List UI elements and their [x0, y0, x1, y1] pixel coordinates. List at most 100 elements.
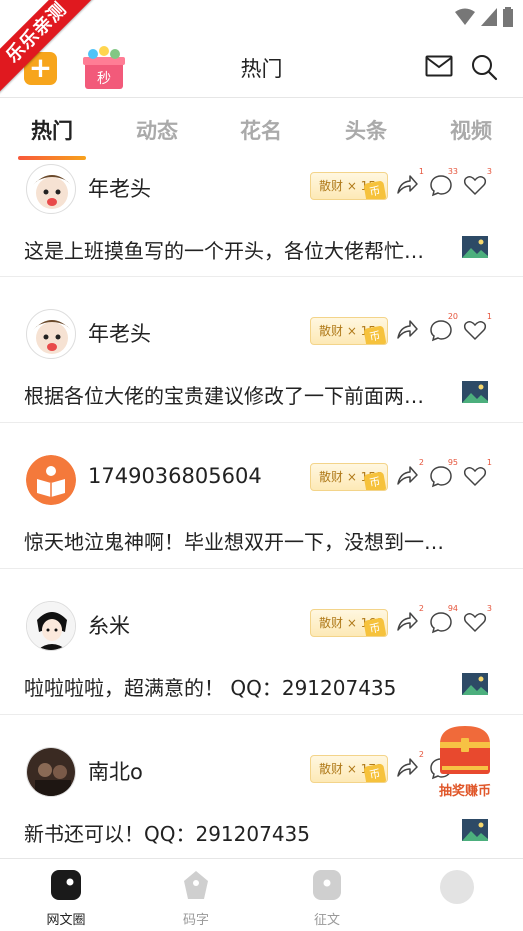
image-icon [462, 381, 488, 403]
share-count: 2 [418, 750, 424, 759]
image-icon [462, 236, 488, 258]
share-icon [397, 612, 418, 631]
battery-icon [503, 7, 513, 27]
anime-avatar-icon[interactable] [26, 601, 76, 651]
community-icon [51, 870, 81, 900]
nav-item-writing[interactable]: 码字 [156, 869, 236, 928]
coin-icon: 币 [363, 617, 387, 636]
list-item[interactable]: 年老头 散财 × 15 币 1 33 3 这是上班摸鱼写的一个开头，各位大佬帮忙… [0, 162, 523, 277]
post-excerpt[interactable]: 惊天地泣鬼神啊！毕业想双开一下，没想到一… [24, 526, 444, 555]
contest-icon [313, 870, 341, 900]
active-tab-indicator [18, 156, 86, 160]
reward-badge[interactable]: 散财 × 171 币 [310, 755, 388, 783]
share-icon [397, 466, 418, 485]
pen-icon [184, 871, 208, 899]
like-count: 3 [486, 604, 492, 613]
comment-button[interactable]: 95 [429, 458, 458, 490]
post-excerpt[interactable]: 啦啦啦啦，超满意的！ QQ：291207435 [24, 672, 396, 701]
lottery-float-button[interactable]: 抽奖赚币 [432, 720, 498, 802]
nav-label: 码字 [182, 913, 209, 928]
comment-count: 95 [447, 458, 458, 467]
share-button[interactable]: 2 [395, 604, 424, 636]
comment-button[interactable]: 20 [429, 312, 458, 344]
tab-video[interactable]: 视频 [436, 115, 506, 145]
cartoon-face-icon[interactable] [26, 164, 76, 214]
comment-button[interactable]: 33 [429, 167, 458, 199]
heart-icon [463, 467, 487, 487]
signal-icon [481, 8, 497, 26]
username[interactable]: 年老头 [88, 318, 151, 348]
cartoon-face-icon[interactable] [26, 309, 76, 359]
comment-icon [430, 466, 452, 488]
username[interactable]: 1749036805604 [88, 464, 262, 488]
username[interactable]: 南北o [88, 756, 143, 786]
treasure-chest-icon [440, 726, 490, 774]
tab-headlines[interactable]: 头条 [331, 115, 401, 145]
book-reader-icon[interactable] [26, 455, 76, 505]
nav-item-community[interactable]: 网文圈 [26, 869, 106, 928]
lottery-label: 抽奖赚币 [438, 784, 491, 799]
comment-icon [430, 320, 452, 342]
comment-button[interactable]: 94 [429, 604, 458, 636]
like-count: 3 [486, 167, 492, 176]
tab-dynamic[interactable]: 动态 [122, 115, 192, 145]
coin-icon: 币 [363, 325, 387, 344]
reward-badge[interactable]: 散财 × 15 币 [310, 317, 388, 345]
list-item[interactable]: 糸米 散财 × 168 币 2 94 3 啦啦啦啦，超满意的！ QQ：291207… [0, 569, 523, 715]
like-button[interactable]: 1 [463, 458, 492, 490]
nav-item-profile[interactable] [417, 869, 497, 913]
coin-icon: 币 [363, 763, 387, 782]
comment-icon [430, 175, 452, 197]
coin-icon: 币 [363, 471, 387, 490]
image-icon [462, 819, 488, 841]
share-count: 1 [418, 167, 424, 176]
reward-badge[interactable]: 散财 × 168 币 [310, 609, 388, 637]
post-excerpt[interactable]: 根据各位大佬的宝贵建议修改了一下前面两… [24, 380, 424, 409]
search-icon[interactable] [470, 53, 498, 81]
post-excerpt[interactable]: 新书还可以！QQ：291207435 [24, 818, 310, 847]
comment-icon [430, 612, 452, 634]
like-button[interactable]: 3 [463, 604, 492, 636]
image-icon [462, 673, 488, 695]
username[interactable]: 糸米 [88, 610, 130, 640]
share-count: 2 [418, 604, 424, 613]
tab-nickname[interactable]: 花名 [226, 115, 296, 145]
share-button[interactable] [395, 318, 421, 344]
comment-count: 33 [447, 167, 458, 176]
share-icon [397, 320, 418, 339]
status-icons [455, 7, 513, 27]
nav-label: 网文圈 [46, 913, 86, 928]
reward-badge[interactable]: 散财 × 15 币 [310, 172, 388, 200]
tab-hot[interactable]: 热门 [17, 115, 87, 145]
list-item[interactable]: 年老头 散财 × 15 币 20 1 根据各位大佬的宝贵建议修改了一下前面两… [0, 277, 523, 423]
heart-icon [463, 321, 487, 341]
heart-icon [463, 613, 487, 633]
list-item[interactable]: 1749036805604 散财 × 152 币 2 95 1 惊天地泣鬼神啊！毕… [0, 423, 523, 569]
profile-avatar-icon [440, 870, 474, 904]
mail-icon[interactable] [425, 55, 453, 77]
share-icon [397, 175, 418, 194]
like-count: 1 [486, 458, 492, 467]
username[interactable]: 年老头 [88, 173, 151, 203]
comment-count: 94 [447, 604, 458, 613]
like-button[interactable]: 1 [463, 312, 492, 344]
heart-icon [463, 176, 487, 196]
app-header: + 秒 热门 [0, 36, 523, 98]
reward-badge[interactable]: 散财 × 152 币 [310, 463, 388, 491]
wifi-icon [455, 8, 475, 25]
bottom-nav: 网文圈 码字 征文 [0, 858, 523, 931]
share-button[interactable]: 2 [395, 458, 424, 490]
like-count: 1 [486, 312, 492, 321]
post-excerpt[interactable]: 这是上班摸鱼写的一个开头，各位大佬帮忙… [24, 235, 424, 264]
photo-avatar-icon[interactable] [26, 747, 76, 797]
nav-item-contest[interactable]: 征文 [287, 869, 367, 928]
coin-icon: 币 [363, 180, 387, 199]
comment-count: 20 [447, 312, 458, 321]
share-button[interactable]: 1 [395, 167, 424, 199]
share-count: 2 [418, 458, 424, 467]
share-button[interactable]: 2 [395, 750, 424, 782]
nav-label: 征文 [313, 913, 340, 928]
share-icon [397, 758, 418, 777]
category-tabs: 热门 动态 花名 头条 视频 [0, 98, 523, 162]
like-button[interactable]: 3 [463, 167, 492, 199]
